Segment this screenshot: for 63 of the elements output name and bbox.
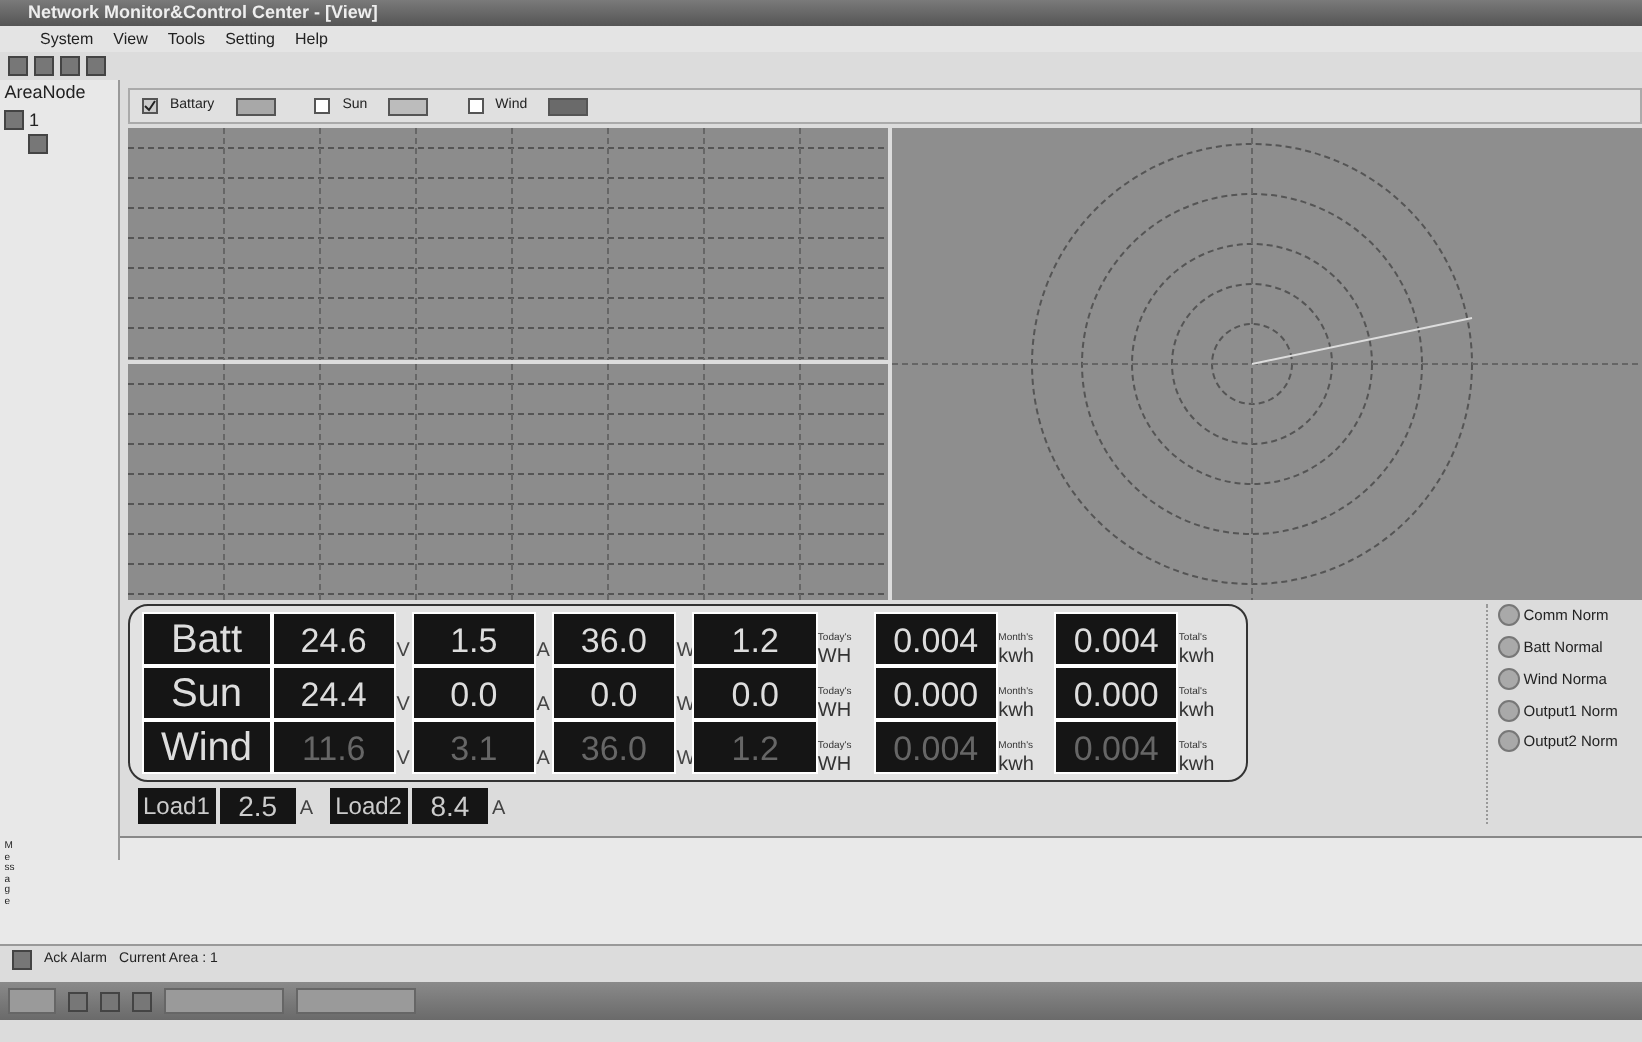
unit-label: kwh [1178, 646, 1215, 669]
unit-label: kwh [998, 700, 1034, 723]
load-value: 8.4 [412, 787, 488, 823]
unit-label: kwh [998, 646, 1034, 669]
menu-item[interactable]: Help [294, 26, 328, 52]
unit-label: WH [817, 754, 852, 777]
row-label: Batt [142, 612, 272, 667]
menu-item[interactable]: System [40, 26, 94, 52]
unit-label: kwh [998, 754, 1034, 777]
unit-label: A [536, 692, 552, 721]
reading-value: 3.1 [411, 720, 537, 775]
unit-label: kwh [1178, 700, 1215, 723]
menu-item[interactable]: Setting [225, 26, 275, 52]
reading-value: 0.0 [411, 666, 537, 721]
checkbox[interactable] [467, 98, 484, 114]
unit-label: A [536, 746, 552, 775]
status-light-icon [1497, 667, 1519, 690]
reading-value: 0.004 [873, 612, 999, 667]
reading-value: 0.0 [551, 666, 677, 721]
load-label: Load2 [329, 787, 408, 823]
checkbox[interactable] [142, 98, 158, 114]
unit-label: V [396, 746, 412, 775]
reading-value: 0.004 [873, 720, 999, 775]
reading-value: 0.000 [1053, 666, 1179, 721]
reading-value: 0.004 [1053, 720, 1179, 775]
reading-value: 36.0 [551, 720, 677, 775]
reading-value: 1.5 [411, 612, 537, 667]
unit-label: V [396, 692, 412, 721]
window-title: Network Monitor&Control Center - [View] [0, 0, 1642, 26]
reading-value: 0.000 [873, 666, 999, 721]
unit-label: A [299, 795, 316, 823]
unit-label: A [536, 638, 552, 667]
menu-item[interactable]: Tools [167, 26, 206, 52]
row-label: Wind [142, 720, 272, 775]
load-label: Load1 [137, 787, 216, 823]
status-light-icon [1497, 699, 1519, 722]
status-light-icon [1497, 604, 1519, 627]
taskbar-button[interactable] [296, 988, 416, 1014]
reading-value: 11.6 [271, 720, 397, 775]
tree-header: AreaNode [2, 80, 88, 106]
reading-value: 36.0 [551, 612, 677, 667]
reading-value: 0.0 [692, 666, 818, 721]
status-light-icon [1497, 636, 1519, 659]
load-value: 2.5 [220, 787, 296, 823]
unit-label: WH [817, 646, 852, 669]
taskbar-button[interactable] [164, 988, 284, 1014]
tree-item[interactable]: 1 [29, 107, 40, 134]
reading-value: 24.4 [271, 666, 397, 721]
node-icon [27, 134, 47, 154]
reading-value: 0.004 [1053, 612, 1179, 667]
unit-label: A [491, 795, 508, 823]
reading-value: 1.2 [692, 720, 818, 775]
unit-label: kwh [1178, 754, 1215, 777]
unit-label: WH [817, 700, 852, 723]
row-label: Sun [142, 666, 272, 721]
unit-label: V [396, 638, 412, 667]
start-button[interactable] [8, 988, 56, 1014]
status-light-icon [1497, 730, 1519, 753]
checkbox[interactable] [314, 98, 331, 114]
menu-item[interactable]: View [113, 26, 148, 52]
reading-value: 1.2 [692, 612, 818, 667]
reading-value: 24.6 [271, 612, 397, 667]
node-icon [4, 110, 25, 131]
